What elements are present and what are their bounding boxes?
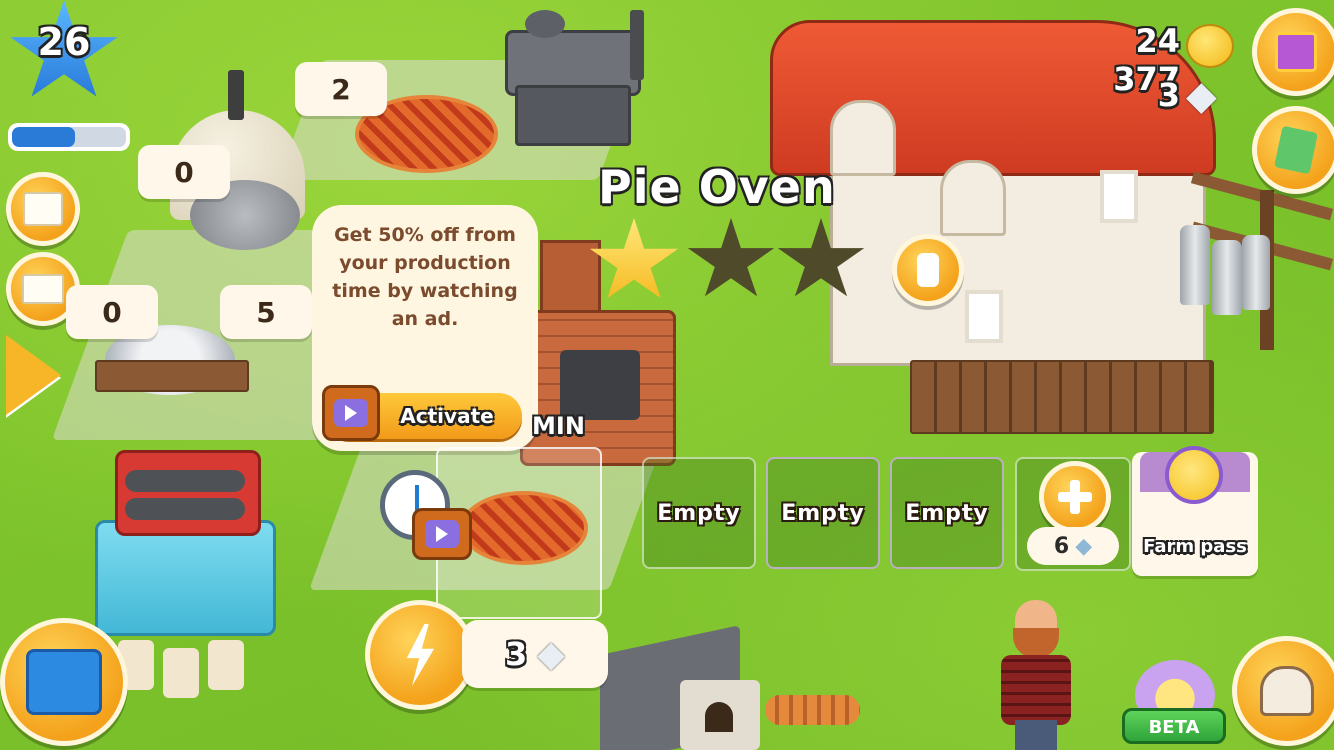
add-slot-panel[interactable]: 6 ◆ bbox=[1015, 457, 1131, 571]
timer-fragment: MIN bbox=[532, 412, 585, 440]
queue-slot-1[interactable]: Empty bbox=[642, 457, 756, 569]
info-button[interactable] bbox=[892, 234, 964, 306]
diamond-icon: ◆ bbox=[1186, 73, 1217, 119]
diamond-icon: ◆ bbox=[537, 633, 565, 675]
wooden-table bbox=[95, 360, 249, 392]
watch-ad-tv-icon[interactable] bbox=[412, 508, 472, 560]
queue-slot-2[interactable]: Empty bbox=[766, 457, 880, 569]
cooking-stove[interactable] bbox=[505, 10, 655, 146]
chick-icon bbox=[1165, 446, 1223, 504]
lightning-icon bbox=[406, 624, 435, 686]
diamond-icon: ◆ bbox=[1075, 533, 1093, 559]
cash-register-icon bbox=[26, 649, 102, 715]
milk-cans bbox=[1180, 215, 1270, 315]
beta-label: BETA bbox=[1122, 708, 1226, 744]
activate-button[interactable]: Activate bbox=[322, 385, 522, 441]
activate-label: Activate bbox=[400, 404, 494, 428]
cherry-pie-icon bbox=[460, 491, 588, 565]
cat[interactable] bbox=[765, 695, 860, 725]
level-value: 26 bbox=[37, 20, 91, 64]
beta-event-button[interactable]: BETA bbox=[1122, 640, 1226, 748]
pie-count-lower-left: 0 bbox=[66, 285, 158, 339]
coin-icon bbox=[1186, 24, 1234, 68]
flour-sacks bbox=[118, 640, 248, 700]
speed-up-button[interactable] bbox=[365, 600, 475, 710]
info-icon bbox=[917, 253, 939, 287]
farm-pass-label: Farm pass bbox=[1143, 536, 1247, 557]
dough-machine[interactable] bbox=[85, 450, 285, 640]
envelope-icon bbox=[22, 274, 64, 304]
diamond-count: 3 bbox=[1157, 76, 1180, 114]
building-title: Pie Oven bbox=[598, 160, 836, 214]
plus-icon bbox=[1058, 480, 1092, 514]
queue-slot-label: Empty bbox=[657, 500, 741, 526]
gift-icon bbox=[1275, 32, 1317, 72]
queue-slot-label: Empty bbox=[781, 500, 865, 526]
shop-button[interactable] bbox=[0, 618, 128, 746]
dog-house[interactable] bbox=[600, 625, 770, 750]
speed-up-cost: 3 bbox=[505, 635, 528, 673]
friends-icon bbox=[1260, 666, 1314, 716]
friends-button[interactable] bbox=[1232, 636, 1334, 746]
queue-slot-3[interactable]: Empty bbox=[890, 457, 1004, 569]
gift-button[interactable] bbox=[1252, 8, 1334, 96]
pie-count-middle: 5 bbox=[220, 285, 312, 339]
queue-slot-label: Empty bbox=[905, 500, 989, 526]
xp-progress-fill bbox=[12, 127, 75, 147]
orders-button[interactable] bbox=[6, 172, 80, 246]
speed-up-price: 3 ◆ bbox=[462, 620, 608, 688]
cash-button[interactable] bbox=[1252, 106, 1334, 194]
newspaper-icon bbox=[23, 192, 63, 226]
pie-count-top: 2 bbox=[295, 62, 387, 116]
pie-count-upper-left: 0 bbox=[138, 145, 230, 199]
add-slot-price: 6 ◆ bbox=[1027, 527, 1119, 565]
tv-ad-icon bbox=[322, 385, 380, 441]
add-slot-cost: 6 bbox=[1053, 533, 1070, 559]
ad-offer-text: Get 50% off from your production time by… bbox=[332, 224, 518, 330]
xp-progress-bar bbox=[8, 123, 130, 151]
farmer-character[interactable] bbox=[995, 600, 1075, 750]
barn-deck bbox=[910, 360, 1214, 434]
cash-icon bbox=[1274, 125, 1318, 175]
farm-pass-button[interactable]: Farm pass bbox=[1132, 446, 1258, 576]
add-slot-button[interactable] bbox=[1039, 461, 1111, 533]
expand-arrow-icon[interactable] bbox=[6, 335, 61, 415]
ad-offer-tooltip: Get 50% off from your production time by… bbox=[312, 205, 538, 451]
xp-progress-track bbox=[12, 127, 126, 147]
